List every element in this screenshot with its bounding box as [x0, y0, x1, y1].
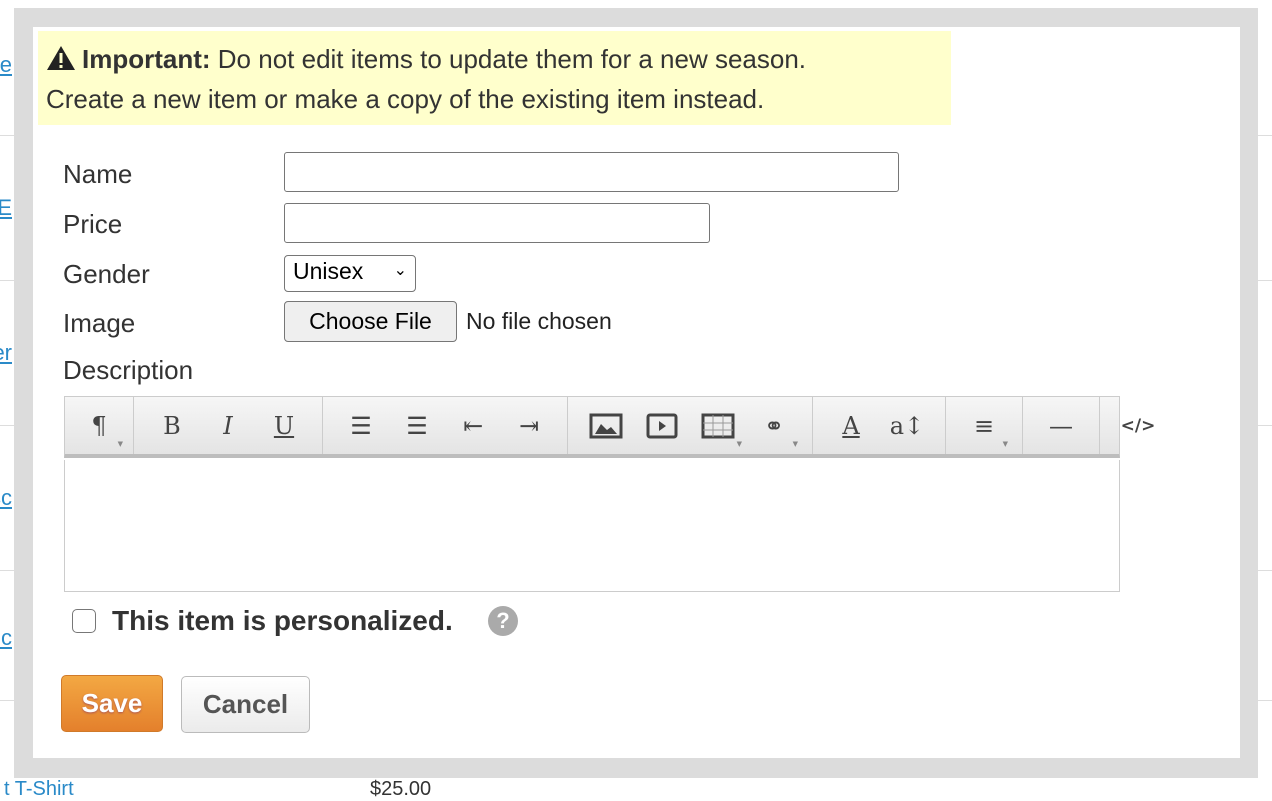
name-input[interactable] [284, 152, 899, 192]
table-icon[interactable]: ▼ [690, 398, 746, 454]
align-icon[interactable]: ≡ ▼ [956, 398, 1012, 454]
divider [0, 280, 14, 281]
gender-value: Unisex [293, 258, 364, 284]
font-size-icon[interactable]: a↕ [879, 398, 935, 454]
html-code-icon[interactable]: </> [1110, 398, 1166, 454]
link-icon[interactable]: ⚭ ▼ [746, 398, 802, 454]
divider [1258, 570, 1272, 571]
gender-select[interactable]: Unisex ⌄ [284, 255, 416, 292]
notice-line2: Create a new item or make a copy of the … [46, 84, 765, 114]
divider [0, 700, 14, 701]
important-notice: Important: Do not edit items to update t… [38, 31, 951, 125]
underline-icon[interactable]: U [256, 398, 312, 454]
image-label: Image [63, 308, 136, 338]
image-icon[interactable] [578, 398, 634, 454]
paragraph-icon[interactable]: ¶ ▼ [71, 398, 127, 454]
divider [0, 425, 14, 426]
divider [0, 570, 14, 571]
bg-product-price: $25.00 [370, 778, 432, 800]
bg-product-name[interactable]: t T-Shirt [4, 778, 74, 801]
italic-icon[interactable]: I [200, 398, 256, 454]
unordered-list-icon[interactable]: ☰ [333, 398, 389, 454]
save-button[interactable]: Save [61, 675, 163, 732]
bold-icon[interactable]: B [144, 398, 200, 454]
personalized-checkbox[interactable] [72, 609, 96, 633]
bg-link[interactable]: sc [0, 485, 12, 511]
bg-link[interactable]: er [0, 340, 12, 366]
edit-item-modal: Important: Do not edit items to update t… [14, 8, 1258, 778]
name-label: Name [63, 159, 133, 189]
chevron-down-icon: ⌄ [393, 262, 407, 279]
divider [1258, 280, 1272, 281]
price-label: Price [63, 209, 123, 239]
choose-file-button[interactable]: Choose File [284, 301, 457, 342]
notice-line1: Do not edit items to update them for a n… [217, 44, 807, 74]
description-editor[interactable] [64, 460, 1120, 592]
divider [1258, 425, 1272, 426]
price-input[interactable] [284, 203, 710, 243]
divider [1258, 135, 1272, 136]
outdent-icon[interactable]: ⇤ [445, 398, 501, 454]
video-icon[interactable] [634, 398, 690, 454]
editor-toolbar: ¶ ▼ BIU ☰ ☰ ⇤ ⇥ ▼ ⚭ ▼ Aa↕ ≡ ▼ — </> [64, 396, 1155, 458]
no-file-text: No file chosen [466, 308, 612, 334]
font-color-icon[interactable]: A [823, 398, 879, 454]
indent-icon[interactable]: ⇥ [501, 398, 557, 454]
bg-link[interactable]: e [0, 52, 12, 78]
bg-link[interactable]: nc [0, 625, 12, 651]
ordered-list-icon[interactable]: ☰ [389, 398, 445, 454]
horizontal-rule-icon[interactable]: — [1033, 398, 1089, 454]
bg-link[interactable]: EE [0, 195, 12, 221]
divider [1258, 700, 1272, 701]
personalized-label: This item is personalized. [112, 605, 453, 636]
warning-triangle-icon [46, 44, 76, 81]
cancel-button[interactable]: Cancel [181, 676, 310, 733]
description-label: Description [63, 355, 194, 385]
notice-strong: Important: [82, 44, 211, 74]
divider [0, 135, 14, 136]
help-icon[interactable]: ? [488, 606, 518, 636]
gender-label: Gender [63, 259, 150, 289]
